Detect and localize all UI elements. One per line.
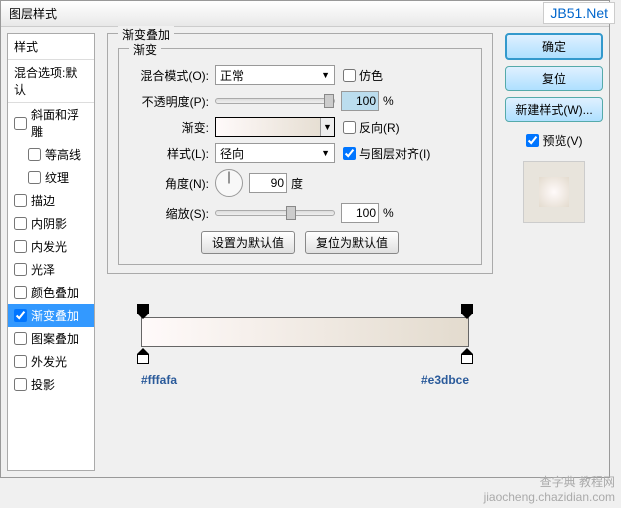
window-title: 图层样式	[9, 7, 57, 21]
sidebar-item[interactable]: 纹理	[8, 166, 94, 189]
chevron-down-icon: ▼	[321, 148, 330, 158]
sidebar-item-label: 光泽	[31, 261, 55, 278]
sidebar: 样式 混合选项:默认 斜面和浮雕等高线纹理描边内阴影内发光光泽颜色叠加渐变叠加图…	[1, 27, 101, 477]
gradient-editor: #fffafa #e3dbce	[141, 317, 469, 387]
sidebar-item[interactable]: 外发光	[8, 350, 94, 373]
make-default-button[interactable]: 设置为默认值	[201, 231, 295, 254]
style-dropdown[interactable]: 径向▼	[215, 143, 335, 163]
angle-label: 角度(N):	[129, 175, 209, 192]
sidebar-item[interactable]: 渐变叠加	[8, 304, 94, 327]
chevron-down-icon: ▼	[320, 118, 334, 136]
sidebar-item-label: 描边	[31, 192, 55, 209]
sidebar-item-checkbox[interactable]	[14, 194, 27, 207]
blend-mode-dropdown[interactable]: 正常▼	[215, 65, 335, 85]
right-panel: 确定 复位 新建样式(W)... 预览(V)	[499, 27, 609, 477]
sidebar-item[interactable]: 投影	[8, 373, 94, 396]
color-stop-right[interactable]	[461, 348, 473, 360]
sidebar-item-checkbox[interactable]	[14, 217, 27, 230]
scale-slider[interactable]	[215, 210, 335, 216]
gradient-bar[interactable]	[141, 317, 469, 347]
opacity-label: 不透明度(P):	[129, 93, 209, 110]
sidebar-item[interactable]: 光泽	[8, 258, 94, 281]
sidebar-item-checkbox[interactable]	[14, 355, 27, 368]
sidebar-item[interactable]: 斜面和浮雕	[8, 103, 94, 143]
sidebar-item[interactable]: 颜色叠加	[8, 281, 94, 304]
angle-dial[interactable]	[215, 169, 243, 197]
sidebar-item-checkbox[interactable]	[14, 263, 27, 276]
sidebar-item-label: 内发光	[31, 238, 67, 255]
blend-mode-label: 混合模式(O):	[129, 67, 209, 84]
sidebar-item[interactable]: 描边	[8, 189, 94, 212]
dither-checkbox[interactable]: 仿色	[343, 67, 383, 84]
sidebar-item-label: 斜面和浮雕	[31, 106, 88, 140]
sidebar-item-label: 等高线	[45, 146, 81, 163]
sidebar-item-checkbox[interactable]	[14, 117, 27, 130]
hex-right: #e3dbce	[421, 373, 469, 387]
new-style-button[interactable]: 新建样式(W)...	[505, 97, 603, 122]
opacity-stop-right[interactable]	[461, 304, 473, 316]
sidebar-item-checkbox[interactable]	[14, 240, 27, 253]
sidebar-item[interactable]: 等高线	[8, 143, 94, 166]
watermark-bottom: 查字典 教程网 jiaocheng.chazidian.com	[484, 473, 615, 504]
layer-style-dialog: 图层样式 样式 混合选项:默认 斜面和浮雕等高线纹理描边内阴影内发光光泽颜色叠加…	[0, 0, 610, 478]
gradient-label: 渐变:	[129, 119, 209, 136]
sidebar-item[interactable]: 图案叠加	[8, 327, 94, 350]
watermark-top: JB51.Net	[543, 2, 615, 24]
preview-checkbox[interactable]: 预览(V)	[505, 132, 603, 149]
main-panel: 渐变叠加 渐变 混合模式(O): 正常▼ 仿色 不透明度(P):	[101, 27, 499, 477]
sidebar-item-checkbox[interactable]	[14, 309, 27, 322]
sidebar-item-label: 投影	[31, 376, 55, 393]
ok-button[interactable]: 确定	[505, 33, 603, 60]
angle-input[interactable]	[249, 173, 287, 193]
sidebar-item-checkbox[interactable]	[14, 378, 27, 391]
titlebar: 图层样式	[1, 1, 609, 27]
sidebar-item-label: 纹理	[45, 169, 69, 186]
gradient-picker[interactable]: ▼	[215, 117, 335, 137]
chevron-down-icon: ▼	[321, 70, 330, 80]
style-label: 样式(L):	[129, 145, 209, 162]
sidebar-item-label: 颜色叠加	[31, 284, 79, 301]
color-stop-left[interactable]	[137, 348, 149, 360]
scale-label: 缩放(S):	[129, 205, 209, 222]
sidebar-item-label: 图案叠加	[31, 330, 79, 347]
align-checkbox[interactable]: 与图层对齐(I)	[343, 145, 430, 162]
sidebar-item-label: 内阴影	[31, 215, 67, 232]
sidebar-item[interactable]: 内发光	[8, 235, 94, 258]
sidebar-item-label: 外发光	[31, 353, 67, 370]
sidebar-item-checkbox[interactable]	[14, 332, 27, 345]
hex-left: #fffafa	[141, 373, 177, 387]
opacity-input[interactable]	[341, 91, 379, 111]
scale-input[interactable]	[341, 203, 379, 223]
section-title: 渐变	[129, 41, 161, 58]
reverse-checkbox[interactable]: 反向(R)	[343, 119, 400, 136]
sidebar-blend-options[interactable]: 混合选项:默认	[8, 60, 94, 103]
sidebar-item[interactable]: 内阴影	[8, 212, 94, 235]
sidebar-item-checkbox[interactable]	[28, 148, 41, 161]
sidebar-item-checkbox[interactable]	[14, 286, 27, 299]
preview-swatch	[523, 161, 585, 223]
sidebar-header[interactable]: 样式	[8, 34, 94, 60]
sidebar-item-label: 渐变叠加	[31, 307, 79, 324]
sidebar-item-checkbox[interactable]	[28, 171, 41, 184]
opacity-slider[interactable]	[215, 98, 335, 104]
cancel-button[interactable]: 复位	[505, 66, 603, 91]
reset-default-button[interactable]: 复位为默认值	[305, 231, 399, 254]
opacity-stop-left[interactable]	[137, 304, 149, 316]
